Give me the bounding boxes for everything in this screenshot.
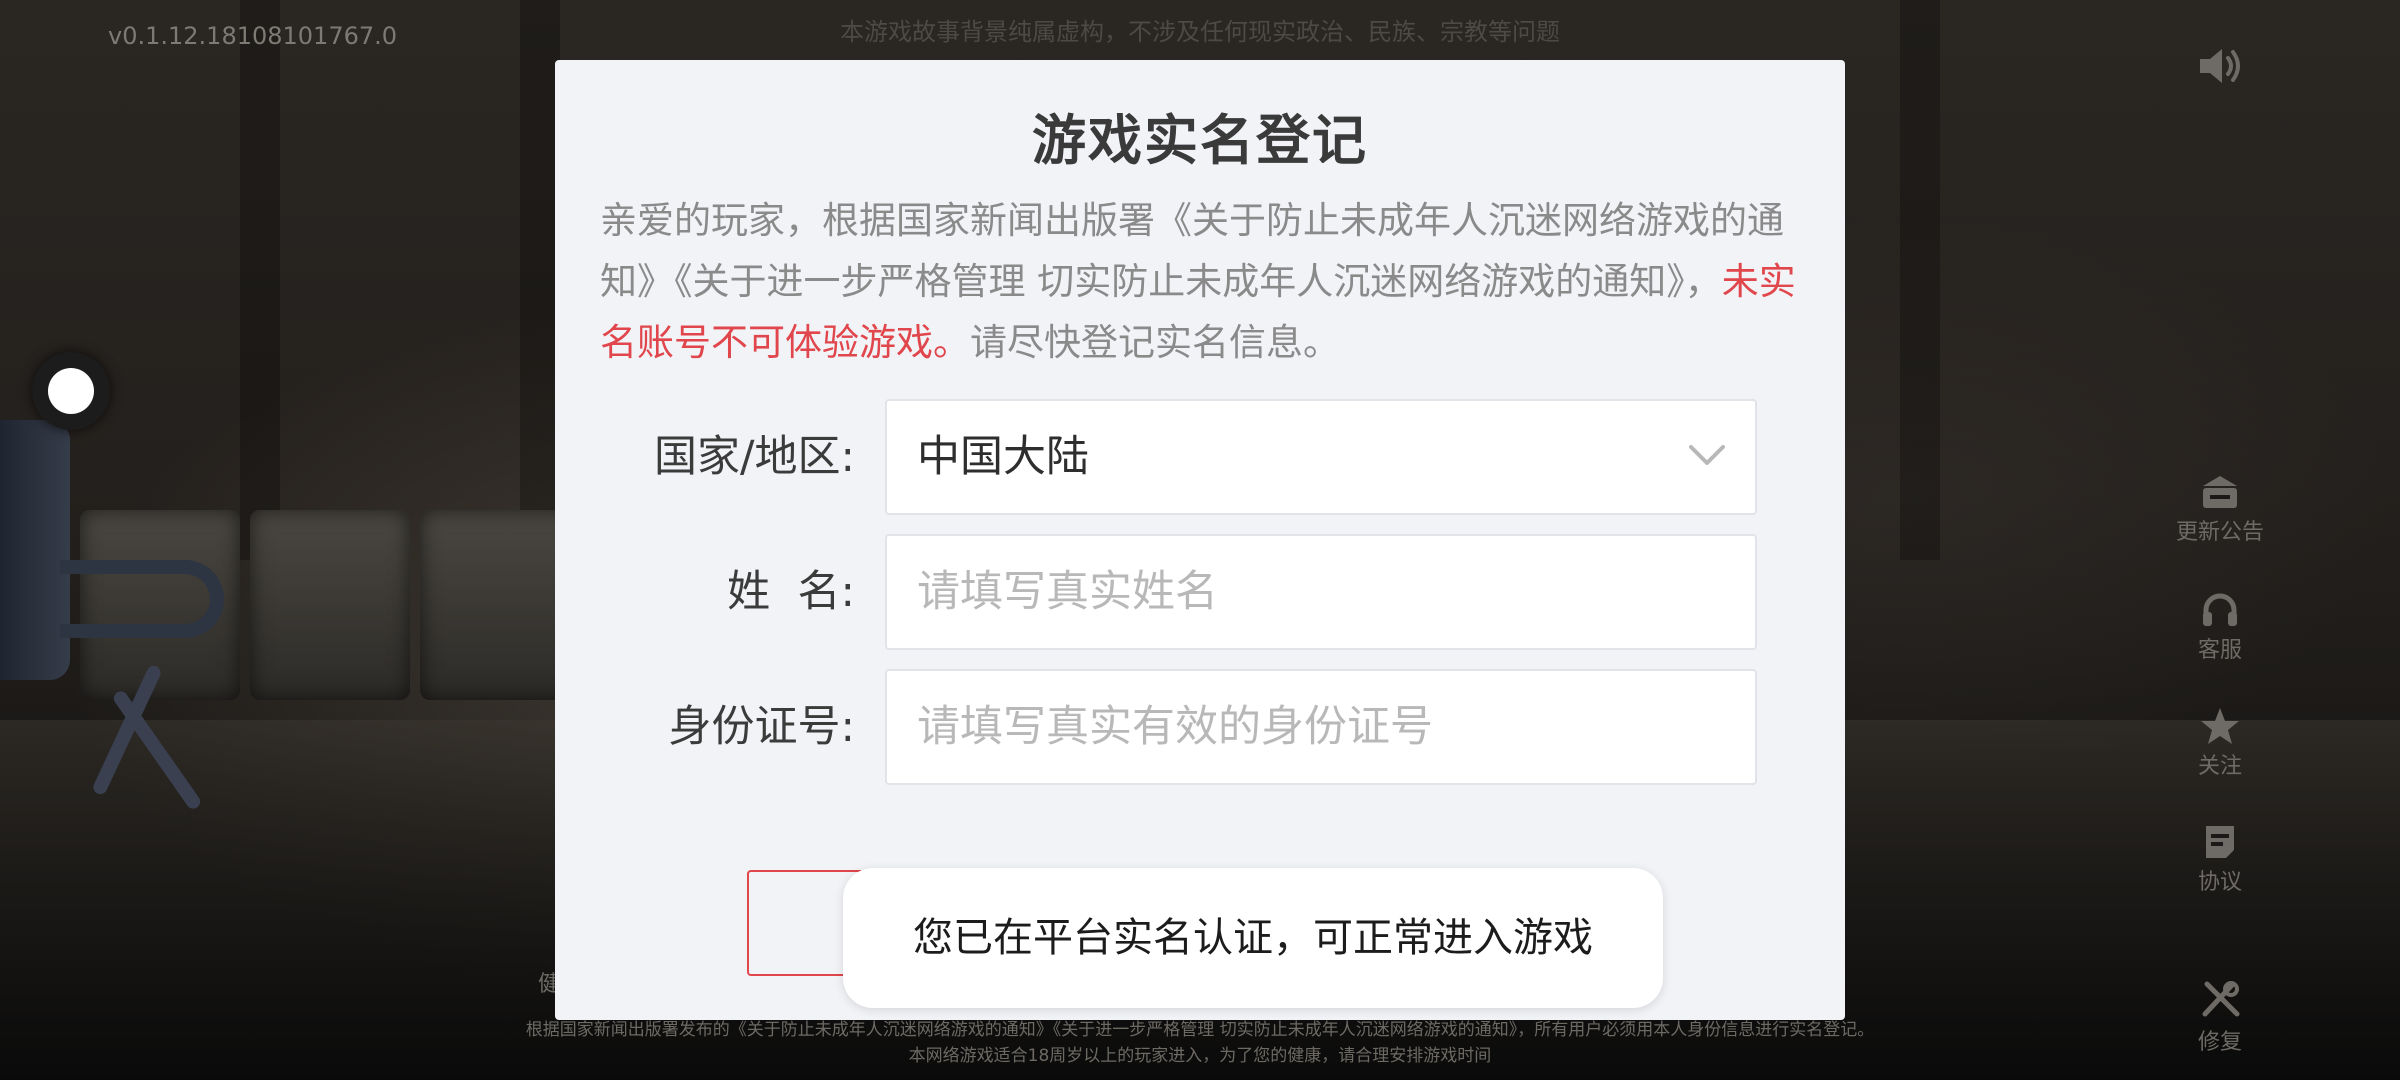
document-icon bbox=[2206, 826, 2234, 858]
footer-notice-line-2: 本网络游戏适合18周岁以上的玩家进入，为了您的健康，请合理安排游戏时间 bbox=[908, 1046, 1492, 1066]
speaker-icon[interactable] bbox=[2196, 44, 2244, 88]
announcement-icon bbox=[2203, 476, 2237, 508]
chair-arm bbox=[60, 560, 224, 638]
side-item-label: 协议 bbox=[2197, 870, 2242, 895]
wall-panel bbox=[520, 0, 560, 560]
star-icon bbox=[2201, 708, 2239, 744]
side-item-label: 客服 bbox=[2197, 638, 2242, 663]
notice-text-end: 请尽快登记实名信息。 bbox=[970, 321, 1340, 364]
dialog-notice: 亲爱的玩家，根据国家新闻出版署《关于防止未成年人沉迷网络游戏的通知》《关于进一步… bbox=[600, 190, 1810, 373]
country-row: 国家/地区: 中国大陆 bbox=[555, 399, 1845, 515]
id-label: 身份证号: bbox=[668, 702, 856, 752]
name-input[interactable] bbox=[887, 536, 1755, 648]
waiting-seat bbox=[250, 510, 410, 700]
id-number-input[interactable] bbox=[887, 671, 1755, 783]
side-item-announcement[interactable]: 更新公告 bbox=[2160, 472, 2280, 546]
wall-panel bbox=[1900, 0, 1940, 560]
chevron-down-icon bbox=[1689, 445, 1725, 465]
id-field bbox=[885, 669, 1757, 785]
name-label: 姓 名: bbox=[727, 567, 855, 617]
side-item-agreement[interactable]: 协议 bbox=[2160, 822, 2280, 896]
country-select[interactable]: 中国大陆 bbox=[885, 399, 1757, 515]
footer-notice-line-1: 根据国家新闻出版署发布的《关于防止未成年人沉迷网络游戏的通知》《关于进一步严格管… bbox=[525, 1020, 1875, 1040]
country-value: 中国大陆 bbox=[917, 432, 1089, 482]
story-disclaimer: 本游戏故事背景纯属虚构，不涉及任何现实政治、民族、宗教等问题 bbox=[840, 18, 1560, 46]
side-item-label: 关注 bbox=[2197, 754, 2242, 779]
dialog-title: 游戏实名登记 bbox=[1032, 109, 1368, 172]
side-item-follow[interactable]: 关注 bbox=[2160, 706, 2280, 780]
wall-panel bbox=[240, 0, 280, 560]
name-row: 姓 名: bbox=[555, 534, 1845, 650]
side-item-label: 更新公告 bbox=[2175, 520, 2264, 545]
floating-assistant-button[interactable] bbox=[32, 352, 110, 430]
floating-dot-icon bbox=[48, 368, 94, 414]
headset-icon bbox=[2203, 593, 2237, 626]
repair-icon bbox=[2202, 981, 2240, 1017]
name-field bbox=[885, 534, 1757, 650]
toast-message: 您已在平台实名认证，可正常进入游戏 bbox=[843, 868, 1663, 1008]
notice-text: 亲爱的玩家，根据国家新闻出版署《关于防止未成年人沉迷网络游戏的通知》《关于进一步… bbox=[600, 199, 1784, 303]
chair bbox=[0, 420, 70, 680]
id-row: 身份证号: bbox=[555, 669, 1845, 785]
country-label: 国家/地区: bbox=[654, 432, 855, 482]
side-item-support[interactable]: 客服 bbox=[2160, 590, 2280, 664]
